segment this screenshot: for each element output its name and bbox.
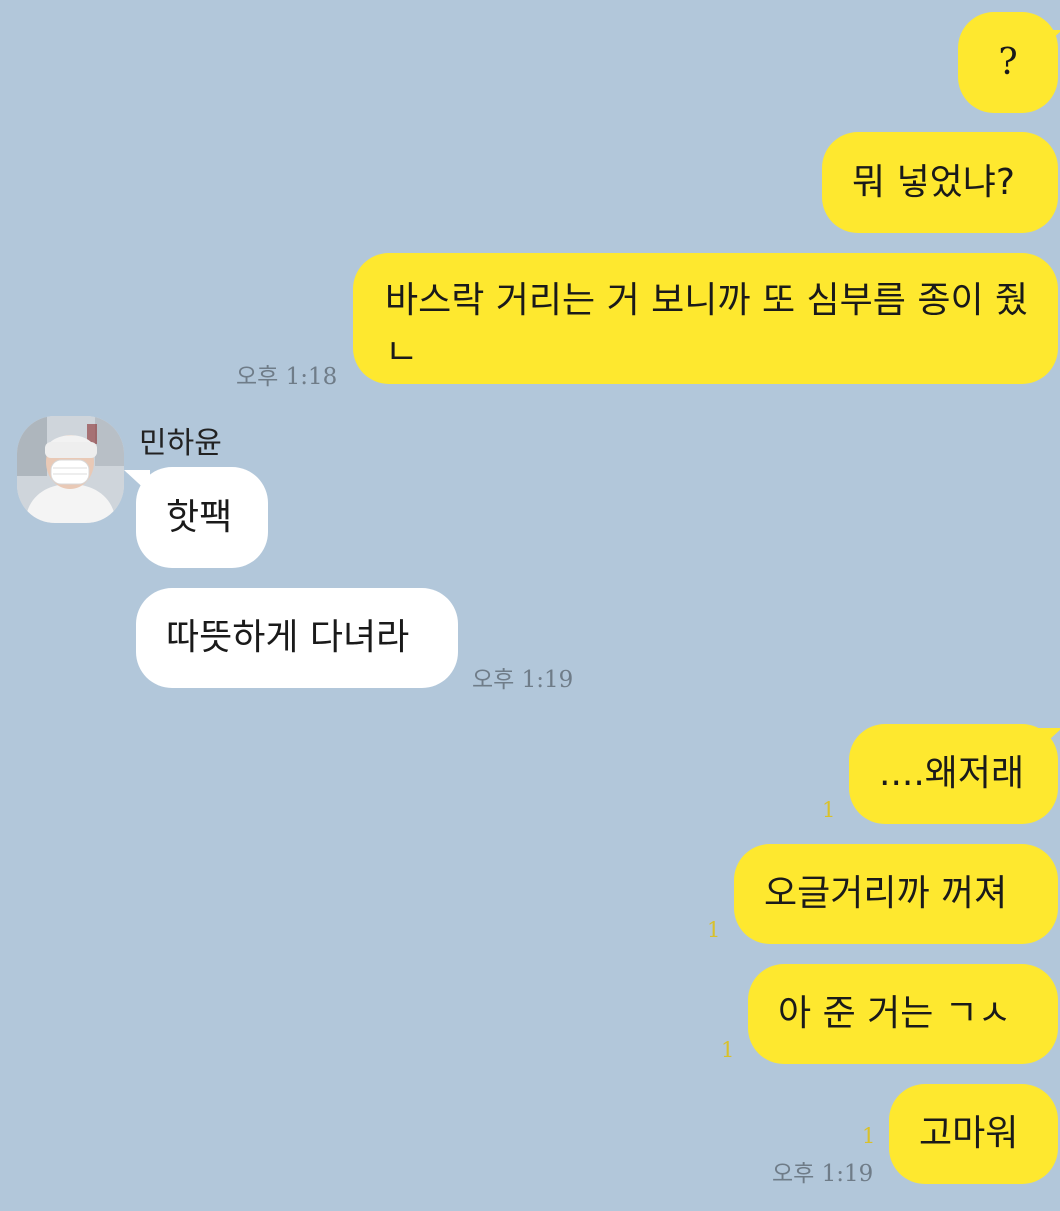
message-bubble-received[interactable]: 따뜻하게 다녀라 [136, 588, 458, 688]
message-bubble-sent[interactable]: 바스락 거리는 거 보니까 또 심부름 종이 줬ㄴ [353, 253, 1058, 384]
message-bubble-sent[interactable]: 뭐 넣었냐? [822, 132, 1058, 233]
message-timestamp: 오후 1:19 [772, 1161, 874, 1187]
unread-count: 1 [822, 798, 836, 822]
message-timestamp: 오후 1:18 [236, 364, 338, 390]
profile-photo-icon [17, 416, 124, 523]
message-bubble-sent[interactable]: 오글거리까 꺼져 [734, 844, 1058, 944]
unread-count: 1 [862, 1124, 876, 1148]
message-bubble-received[interactable]: 핫팩 [136, 467, 268, 568]
message-bubble-sent[interactable]: 아 준 거는 ㄱㅅ [748, 964, 1058, 1064]
unread-count: 1 [721, 1038, 735, 1062]
message-bubble-sent[interactable]: 고마워 [889, 1084, 1058, 1184]
unread-count: 1 [707, 918, 721, 942]
chat-window: ? 뭐 넣었냐? 바스락 거리는 거 보니까 또 심부름 종이 줬ㄴ 오후 1:… [0, 0, 1060, 1211]
message-timestamp: 오후 1:19 [472, 667, 574, 693]
contact-name: 민하윤 [139, 426, 222, 461]
message-bubble-sent[interactable]: ....왜저래 [849, 724, 1058, 824]
contact-avatar[interactable] [17, 416, 124, 523]
message-bubble-sent[interactable]: ? [958, 12, 1058, 113]
